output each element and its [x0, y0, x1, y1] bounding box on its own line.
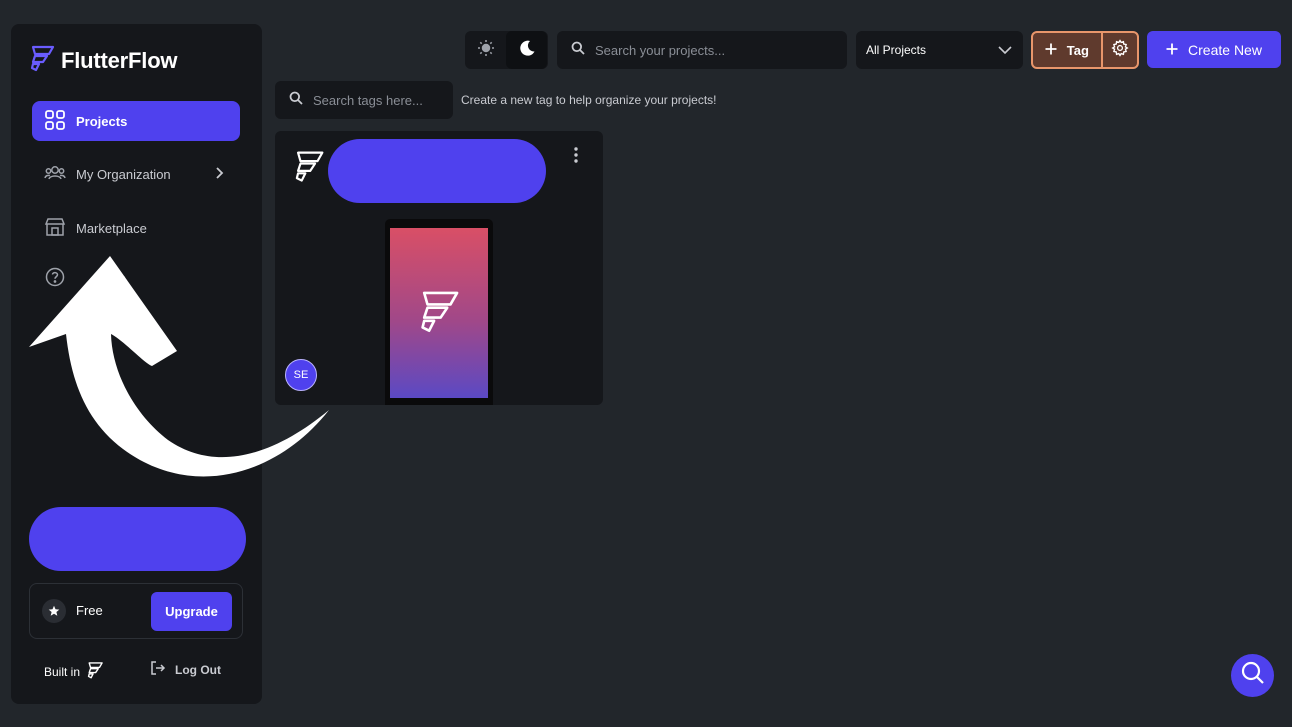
store-icon	[44, 216, 66, 241]
help-search-button[interactable]	[1231, 654, 1274, 697]
add-tag-label: Tag	[1066, 42, 1089, 58]
built-in-flutterflow[interactable]: Built in	[44, 661, 104, 682]
search-projects-field[interactable]	[557, 31, 847, 69]
plan-label: Free	[76, 603, 103, 618]
dark-mode-button[interactable]	[506, 31, 547, 69]
project-title-highlight[interactable]	[328, 139, 546, 203]
star-icon	[42, 599, 66, 623]
logout-button[interactable]: Log Out	[150, 660, 221, 679]
flutterflow-logo-icon	[86, 661, 104, 682]
sun-icon	[477, 39, 495, 62]
search-icon	[571, 41, 585, 60]
more-vertical-icon[interactable]	[572, 146, 580, 169]
flutterflow-logo-icon	[293, 149, 325, 188]
tag-settings-button[interactable]	[1100, 33, 1137, 67]
project-preview-screen	[390, 228, 488, 398]
chevron-right-icon	[212, 166, 226, 183]
create-new-label: Create New	[1188, 41, 1262, 58]
plus-icon	[1045, 43, 1057, 58]
grid-icon	[44, 109, 66, 134]
sidebar-item-label: Projects	[76, 113, 128, 129]
flutterflow-logo-icon	[29, 44, 55, 77]
moon-icon	[518, 39, 536, 62]
project-filter-select[interactable]: All Projects	[856, 31, 1023, 69]
sidebar-item-label: es	[112, 270, 126, 286]
logout-label: Log Out	[175, 662, 221, 677]
brand-logo[interactable]: FlutterFlow	[29, 44, 178, 77]
sidebar-item-label: Marketplace	[76, 220, 147, 236]
sidebar-item-marketplace[interactable]: Marketplace	[32, 208, 240, 248]
theme-toggle[interactable]	[465, 31, 548, 69]
project-preview-phone	[385, 219, 493, 405]
gear-icon	[1111, 38, 1129, 62]
sidebar-item-label: My Organization	[76, 166, 171, 182]
light-mode-button[interactable]	[465, 31, 506, 69]
search-tags-input[interactable]	[313, 92, 443, 108]
search-tags-field[interactable]	[275, 81, 453, 119]
create-new-button[interactable]: Create New	[1147, 31, 1281, 68]
plan-box: Free Upgrade	[29, 583, 243, 639]
sidebar-item-help[interactable]: es	[32, 258, 240, 298]
project-card[interactable]: SE	[275, 131, 603, 405]
sidebar-item-my-organization[interactable]: My Organization	[32, 154, 240, 194]
brand-name: FlutterFlow	[61, 47, 178, 73]
sidebar-item-projects[interactable]: Projects	[32, 101, 240, 141]
search-icon	[1240, 660, 1266, 691]
search-projects-input[interactable]	[595, 42, 825, 58]
upgrade-button[interactable]: Upgrade	[151, 592, 232, 631]
flutterflow-logo-icon	[417, 288, 461, 339]
plus-icon	[1166, 42, 1178, 58]
tag-hint-text: Create a new tag to help organize your p…	[461, 93, 717, 107]
help-circle-icon	[44, 266, 66, 291]
avatar[interactable]: SE	[285, 359, 317, 391]
people-icon	[44, 162, 66, 187]
sidebar: FlutterFlow Projects My Organization Mar…	[11, 24, 262, 704]
logout-icon	[150, 660, 166, 679]
filter-value: All Projects	[866, 43, 927, 57]
chevron-down-icon	[997, 43, 1013, 60]
built-in-label: Built in	[44, 664, 81, 679]
tag-controls: Tag	[1031, 31, 1139, 69]
search-icon	[289, 91, 303, 110]
add-tag-button[interactable]: Tag	[1033, 33, 1101, 67]
sidebar-cta-button[interactable]	[29, 507, 246, 571]
